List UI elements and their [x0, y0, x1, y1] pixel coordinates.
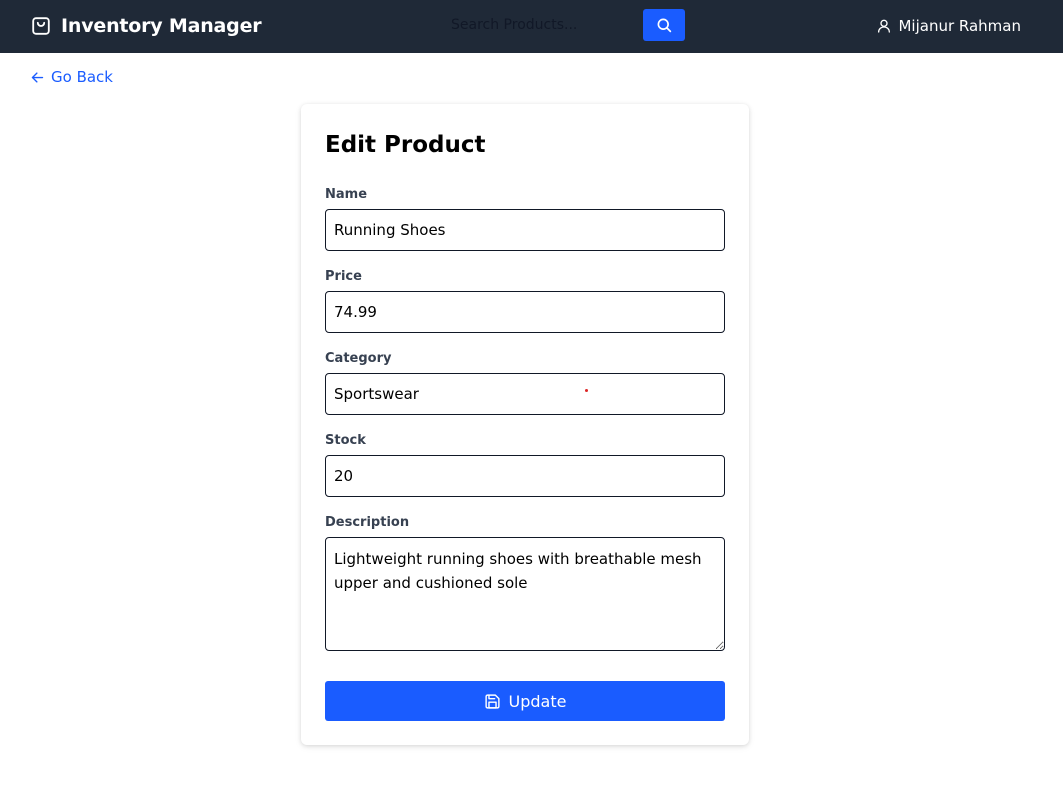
app-title: Inventory Manager: [61, 15, 262, 37]
top-navbar: Inventory Manager Mijanur Rahman: [0, 0, 1063, 53]
brand[interactable]: Inventory Manager: [30, 13, 262, 39]
name-field[interactable]: [325, 209, 725, 251]
user-name: Mijanur Rahman: [898, 17, 1021, 35]
edit-product-card: Edit Product Name Price Category Stock D…: [301, 104, 749, 745]
description-field[interactable]: Lightweight running shoes with breathabl…: [325, 537, 725, 651]
price-field[interactable]: [325, 291, 725, 333]
category-field[interactable]: [325, 373, 725, 415]
stock-field[interactable]: [325, 455, 725, 497]
search-button[interactable]: [643, 9, 685, 41]
category-label: Category: [325, 351, 392, 366]
page-title: Edit Product: [325, 132, 486, 158]
user-menu[interactable]: Mijanur Rahman: [876, 13, 1021, 39]
save-icon: [484, 693, 500, 709]
search-icon: [657, 18, 672, 33]
arrow-left-icon: [31, 71, 44, 83]
price-label: Price: [325, 269, 362, 284]
update-label: Update: [508, 691, 567, 711]
go-back-link[interactable]: Go Back: [30, 66, 113, 88]
shopping-bag-icon: [32, 17, 50, 35]
update-button[interactable]: Update: [325, 681, 725, 721]
search-input[interactable]: [440, 9, 643, 41]
stock-label: Stock: [325, 433, 366, 448]
go-back-label: Go Back: [51, 68, 113, 86]
user-icon: [878, 19, 891, 33]
name-label: Name: [325, 187, 368, 202]
required-indicator: [585, 389, 588, 392]
description-label: Description: [325, 515, 410, 530]
